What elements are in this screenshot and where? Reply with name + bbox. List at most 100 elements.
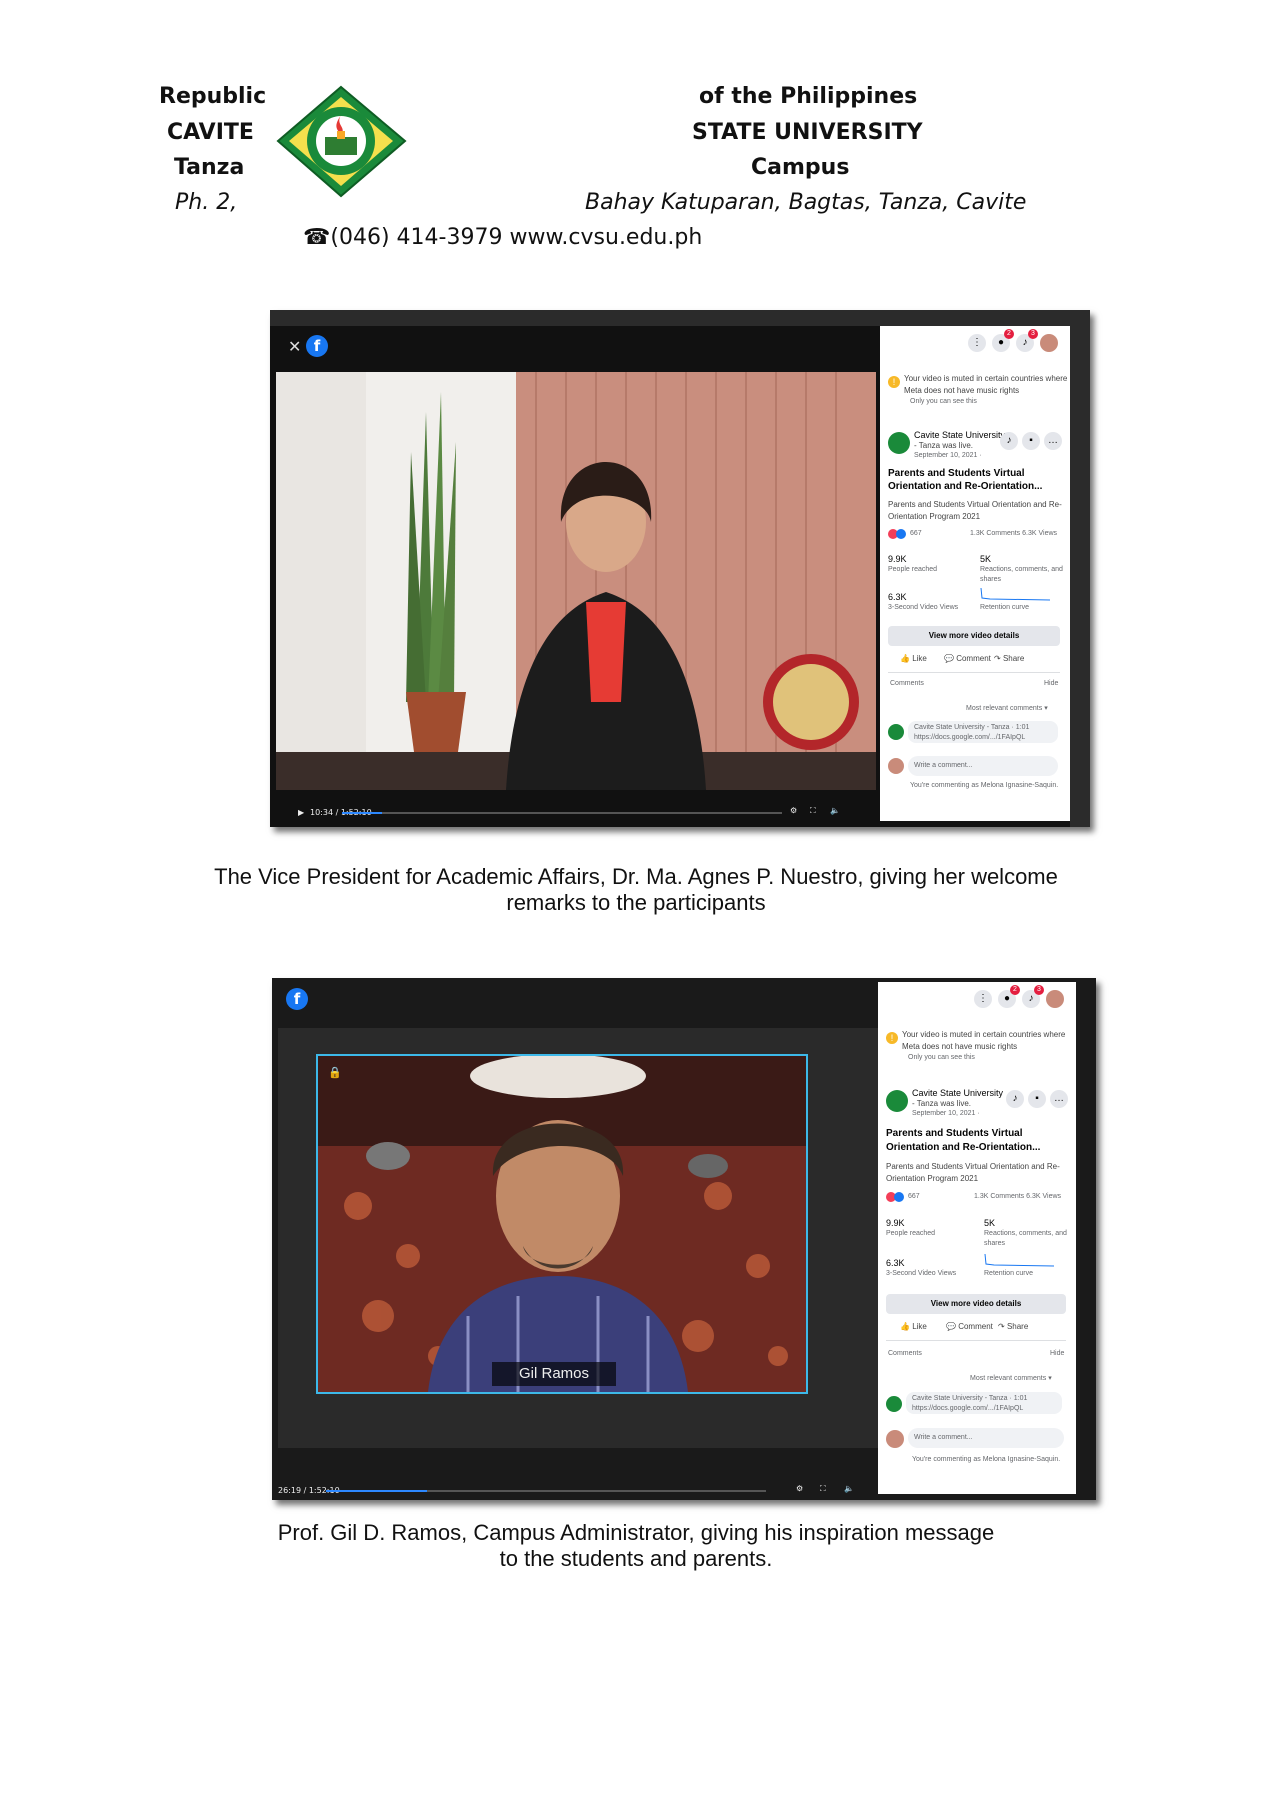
page-name[interactable]: Cavite State University — [912, 1088, 1003, 1098]
save-icon[interactable]: ▪ — [1022, 432, 1040, 450]
letterhead-cavite: CAVITE — [167, 120, 254, 145]
view-more-details-button[interactable]: View more video details — [886, 1294, 1066, 1314]
bell-icon[interactable]: ♪ — [1000, 432, 1018, 450]
more-options-icon[interactable]: … — [1044, 432, 1062, 450]
retention-label: Retention curve — [980, 604, 1030, 611]
divider — [886, 1340, 1066, 1341]
panel-top-icons: ⋮ ● 2 ♪ 3 — [974, 985, 1064, 1008]
comment-link[interactable]: https://docs.google.com/.../1FAIpQL — [912, 1405, 1023, 1412]
retention-label: Retention curve — [984, 1270, 1034, 1277]
people-reached-label: People reached — [888, 566, 938, 573]
reaction-count[interactable]: 667 — [910, 530, 922, 537]
facebook-icon[interactable]: f — [286, 988, 308, 1010]
reaction-icon-like — [894, 1192, 904, 1202]
settings-icon[interactable]: ⚙ — [796, 1484, 803, 1493]
letterhead-contact: ☎(046) 414-3979 www.cvsu.edu.ph — [303, 225, 703, 250]
divider — [888, 672, 1060, 673]
post-description: Parents and Students Virtual Orientation… — [888, 500, 1062, 509]
page-avatar[interactable] — [886, 1090, 908, 1112]
notifications-icon[interactable]: ♪ 3 — [1022, 985, 1044, 1008]
video-frame-1[interactable] — [276, 372, 876, 790]
comment-author[interactable]: Cavite State University - Tanza · 1:01 — [912, 1395, 1027, 1402]
letterhead-phase: Ph. 2, — [175, 190, 238, 215]
bell-icon[interactable]: ♪ — [1006, 1090, 1024, 1108]
messenger-icon[interactable]: ● 2 — [992, 329, 1014, 352]
volume-icon[interactable]: 🔈 — [844, 1484, 854, 1493]
video-progress-1[interactable] — [342, 812, 782, 814]
comments-sort[interactable]: Most relevant comments ▾ — [966, 704, 1048, 712]
close-icon[interactable]: ✕ — [288, 337, 301, 356]
comment-link[interactable]: https://docs.google.com/.../1FAIpQL — [914, 734, 1025, 741]
hide-comments-link[interactable]: Hide — [1044, 680, 1058, 687]
livestream-screenshot-2: f 🔒 Gil Ramos 26:19 / 1:52:10 ⚙ ⛶ 🔈 ⋮ ● … — [272, 978, 1096, 1500]
comment-button[interactable]: 💬 Comment — [944, 654, 991, 663]
hide-comments-link[interactable]: Hide — [1050, 1350, 1064, 1357]
browser-sidebar — [1070, 326, 1090, 827]
comments-heading: Comments — [890, 680, 924, 687]
page-name[interactable]: Cavite State University — [914, 430, 1005, 440]
notifications-icon[interactable]: ♪ 3 — [1016, 329, 1038, 352]
settings-icon[interactable]: ⚙ — [790, 806, 797, 815]
comment-author-avatar[interactable] — [886, 1396, 902, 1412]
comment-author[interactable]: Cavite State University - Tanza · 1:01 — [914, 724, 1029, 731]
comment-author-avatar[interactable] — [888, 724, 904, 740]
facebook-icon[interactable]: f — [306, 335, 328, 357]
like-button[interactable]: 👍 Like — [900, 654, 927, 663]
play-icon[interactable]: ▶ — [298, 808, 304, 817]
more-options-icon[interactable]: … — [1050, 1090, 1068, 1108]
caption-2-line-2: to the students and parents. — [499, 1546, 773, 1571]
menu-grid-icon[interactable]: ⋮ — [974, 990, 992, 1008]
view-more-details-button[interactable]: View more video details — [888, 626, 1060, 646]
video-frame-2[interactable]: 🔒 Gil Ramos — [278, 1028, 896, 1448]
messenger-icon[interactable]: ● 2 — [998, 985, 1020, 1008]
write-comment-input[interactable]: Write a comment... — [908, 756, 1058, 776]
volume-icon[interactable]: 🔈 — [830, 806, 840, 815]
people-reached-value: 9.9K — [888, 554, 907, 564]
fb-side-panel-1: ⋮ ● 2 ♪ 3 ! Your video is muted in certain… — [880, 326, 1070, 821]
fullscreen-icon[interactable]: ⛶ — [820, 1484, 826, 1494]
letterhead-tanza: Tanza — [174, 155, 245, 180]
profile-avatar-icon[interactable] — [1046, 990, 1064, 1008]
muted-notice-2: Meta does not have music rights — [904, 386, 1020, 395]
only-you-note: Only you can see this — [908, 1054, 975, 1061]
people-reached-value: 9.9K — [886, 1218, 905, 1228]
participant-name-tag: Gil Ramos — [492, 1362, 616, 1386]
write-comment-input[interactable]: Write a comment... — [908, 1428, 1064, 1448]
like-button[interactable]: 👍 Like — [900, 1322, 927, 1331]
post-date: September 10, 2021 · — [914, 452, 982, 459]
video-views-value: 6.3K — [886, 1258, 905, 1268]
fb-side-panel-2: ⋮ ● 2 ♪ 3 ! Your video is muted in certain… — [878, 982, 1076, 1494]
letterhead-state-university: STATE UNIVERSITY — [692, 120, 923, 145]
my-avatar — [886, 1430, 904, 1448]
reaction-icon-like — [896, 529, 906, 539]
comments-sort[interactable]: Most relevant comments ▾ — [970, 1374, 1052, 1382]
page-avatar[interactable] — [888, 432, 910, 454]
profile-avatar-icon[interactable] — [1040, 334, 1058, 352]
menu-grid-icon[interactable]: ⋮ — [968, 334, 986, 352]
letterhead-republic: Republic — [159, 84, 267, 109]
engagement-value: 5K — [984, 1218, 996, 1228]
post-title-2: Orientation and Re-Orientation... — [888, 481, 1043, 492]
reaction-count[interactable]: 667 — [908, 1193, 920, 1200]
my-avatar — [888, 758, 904, 774]
video-views-label: 3-Second Video Views — [888, 604, 959, 611]
letterhead-philippines: of the Philippines — [699, 84, 918, 109]
fullscreen-icon[interactable]: ⛶ — [810, 806, 816, 816]
engagement-label-2: shares — [984, 1240, 1006, 1247]
page-name-2: - Tanza was live. — [914, 441, 973, 450]
caption-2-line-1: Prof. Gil D. Ramos, Campus Administrator… — [277, 1520, 995, 1545]
comment-button[interactable]: 💬 Comment — [946, 1322, 993, 1331]
post-description-2: Orientation Program 2021 — [886, 1174, 979, 1183]
video-progress-2[interactable] — [326, 1490, 766, 1492]
engagement-value: 5K — [980, 554, 992, 564]
share-button[interactable]: ↷ Share — [994, 654, 1024, 663]
comments-heading: Comments — [888, 1350, 922, 1357]
comments-views-count[interactable]: 1.3K Comments 6.3K Views — [970, 530, 1057, 537]
commenting-as: You're commenting as Melona Ignasine-Saq… — [912, 1456, 1061, 1463]
speaker-video — [276, 372, 876, 790]
comments-views-count[interactable]: 1.3K Comments 6.3K Views — [974, 1193, 1061, 1200]
post-date: September 10, 2021 · — [912, 1110, 980, 1117]
save-icon[interactable]: ▪ — [1028, 1090, 1046, 1108]
share-button[interactable]: ↷ Share — [998, 1322, 1028, 1331]
only-you-note: Only you can see this — [910, 398, 977, 405]
